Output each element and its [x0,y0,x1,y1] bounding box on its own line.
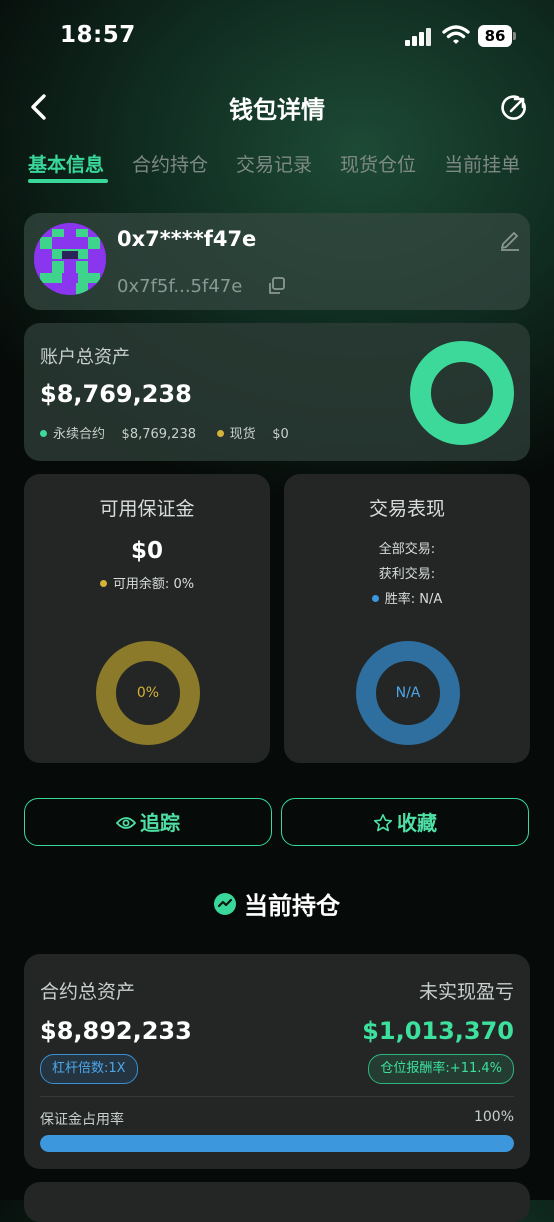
wallet-profile-card: 0x7****f47e 0x7f5f...5f47e [24,213,530,310]
margin-title: 可用保证金 [99,498,195,520]
star-icon [373,813,393,831]
legend-spot-name: 现货 [229,427,256,442]
share-icon [501,95,526,120]
margin-value: $0 [130,538,163,564]
margin-usage-bar [40,1135,514,1152]
win-rate-dot [371,595,379,602]
win-rate: 胜率: N/A [284,588,530,607]
performance-ring-label: N/A [395,685,421,701]
total-assets-value: $8,769,238 [40,380,192,408]
tab-trade-history[interactable]: 交易记录 [236,150,312,177]
assets-legend: 永续合约 $8,769,238 现货 $0 [40,423,289,442]
unrealized-pnl-value: $1,013,370 [362,1017,514,1045]
legend-perpetual-value: $8,769,238 [121,427,196,442]
perpetual-dot [40,430,47,437]
unrealized-pnl-label: 未实现盈亏 [418,981,514,1003]
tab-spot-positions[interactable]: 现货仓位 [340,150,416,177]
favorite-button[interactable]: 收藏 [281,798,529,846]
divider [40,1096,514,1097]
wallet-address: 0x7f5f...5f47e [117,276,243,297]
trade-performance-card: 交易表现 全部交易: 获利交易: 胜率: N/A N/A [284,474,530,763]
tab-basic-info[interactable]: 基本信息 [28,150,104,177]
status-time: 18:57 [60,22,136,48]
tab-bar: 基本信息 合约持仓 交易记录 现货仓位 当前挂单 [28,150,548,177]
win-rate-value: N/A [419,592,443,607]
share-button[interactable] [498,92,530,124]
track-button[interactable]: 追踪 [24,798,272,846]
margin-ring-label: 0% [136,685,160,701]
leverage-badge: 杠杆倍数:1X [40,1054,138,1084]
cellular-signal-icon [405,28,435,46]
edit-icon[interactable] [498,227,522,251]
tab-open-orders[interactable]: 当前挂单 [444,150,520,177]
win-rate-label: 胜率: [384,592,416,607]
current-positions-heading: 当前持仓 [0,886,554,921]
profit-trades-label: 获利交易: [378,567,436,582]
performance-title: 交易表现 [368,498,445,520]
trend-icon [214,893,236,915]
next-card [24,1182,530,1222]
assets-donut-chart [410,341,514,445]
margin-balance: 可用余额: 0% [24,573,270,592]
spot-dot [216,430,224,437]
balance-label: 可用余额: [112,577,170,592]
current-positions-title: 当前持仓 [244,892,340,920]
legend-perpetual-name: 永续合约 [53,427,106,442]
margin-usage-fill [40,1135,514,1152]
contract-assets-label: 合约总资产 [40,981,136,1003]
contract-assets-value: $8,892,233 [40,1017,192,1045]
total-assets-label: 账户总资产 [40,347,130,368]
all-trades-label: 全部交易: [378,542,436,557]
positions-summary-card: 合约总资产 未实现盈亏 $8,892,233 $1,013,370 杠杆倍数:1… [24,954,530,1169]
track-button-label: 追踪 [140,811,180,835]
available-margin-card: 可用保证金 $0 可用余额: 0% 0% [24,474,270,763]
margin-usage-percent: 100% [473,1109,514,1125]
copy-icon[interactable] [267,276,287,296]
legend-spot-value: $0 [272,427,289,442]
tab-contract-positions[interactable]: 合约持仓 [132,150,208,177]
battery-indicator: 86 [478,25,516,47]
page-title: 钱包详情 [229,96,325,124]
margin-usage-label: 保证金占用率 [40,1112,124,1128]
avatar [34,223,106,295]
wallet-name: 0x7****f47e [117,227,257,251]
balance-value: 0% [173,577,195,592]
total-assets-card: 账户总资产 $8,769,238 永续合约 $8,769,238 现货 $0 [24,323,530,461]
wifi-icon [442,24,470,46]
active-tab-indicator [28,179,108,183]
roi-badge: 仓位报酬率:+11.4% [368,1054,514,1084]
eye-icon [115,816,137,829]
balance-dot [99,580,107,587]
favorite-button-label: 收藏 [397,811,437,835]
